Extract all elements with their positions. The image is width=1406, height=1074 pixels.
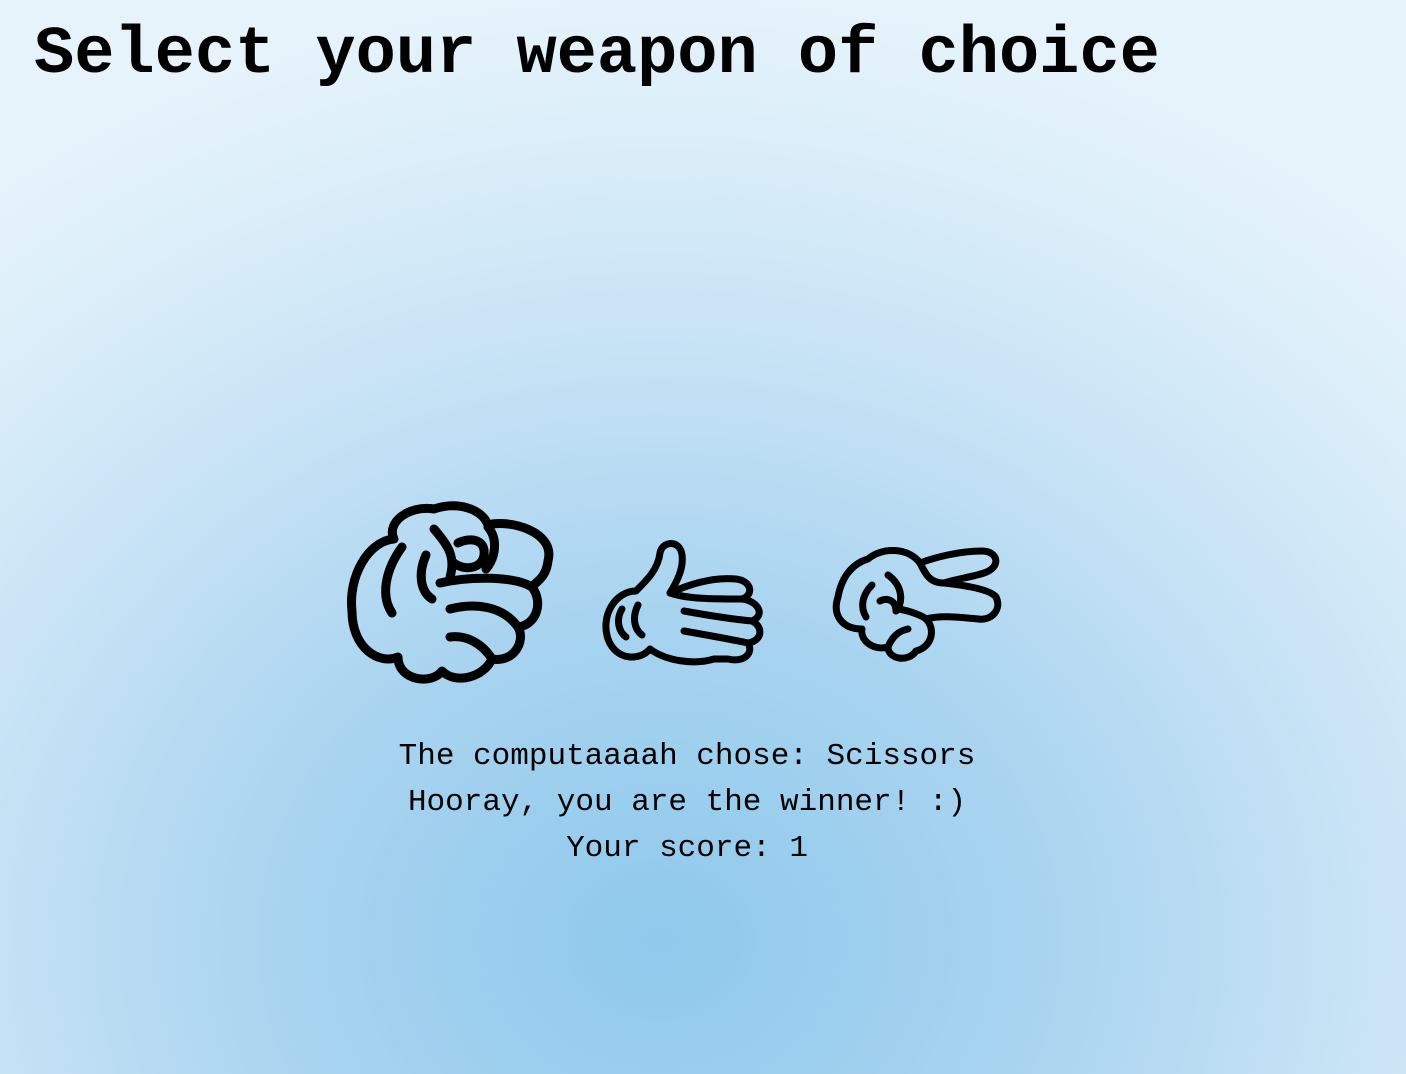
weapon-choices xyxy=(0,495,1406,695)
paper-hand-icon xyxy=(602,540,764,666)
paper-button[interactable] xyxy=(602,539,772,669)
outcome-message: Hooray, you are the winner! :) xyxy=(407,785,967,820)
computer-choice-value: Scissors xyxy=(826,739,976,774)
rock-button[interactable] xyxy=(346,499,556,689)
computer-choice-label: The computaaaah chose: xyxy=(398,739,808,774)
score-value: 1 xyxy=(789,831,808,866)
score-line: Your score: 1 xyxy=(0,826,1374,872)
score-label: Your score: xyxy=(566,831,771,866)
rock-fist-icon xyxy=(346,501,554,684)
scissors-hand-icon xyxy=(832,546,1002,662)
page-title: Select your weapon of choice xyxy=(34,17,1160,93)
scissors-button[interactable] xyxy=(832,545,1007,665)
result-panel: The computaaaah chose: Scissors Hooray, … xyxy=(0,734,1374,872)
computer-choice-line: The computaaaah chose: Scissors xyxy=(0,734,1374,780)
